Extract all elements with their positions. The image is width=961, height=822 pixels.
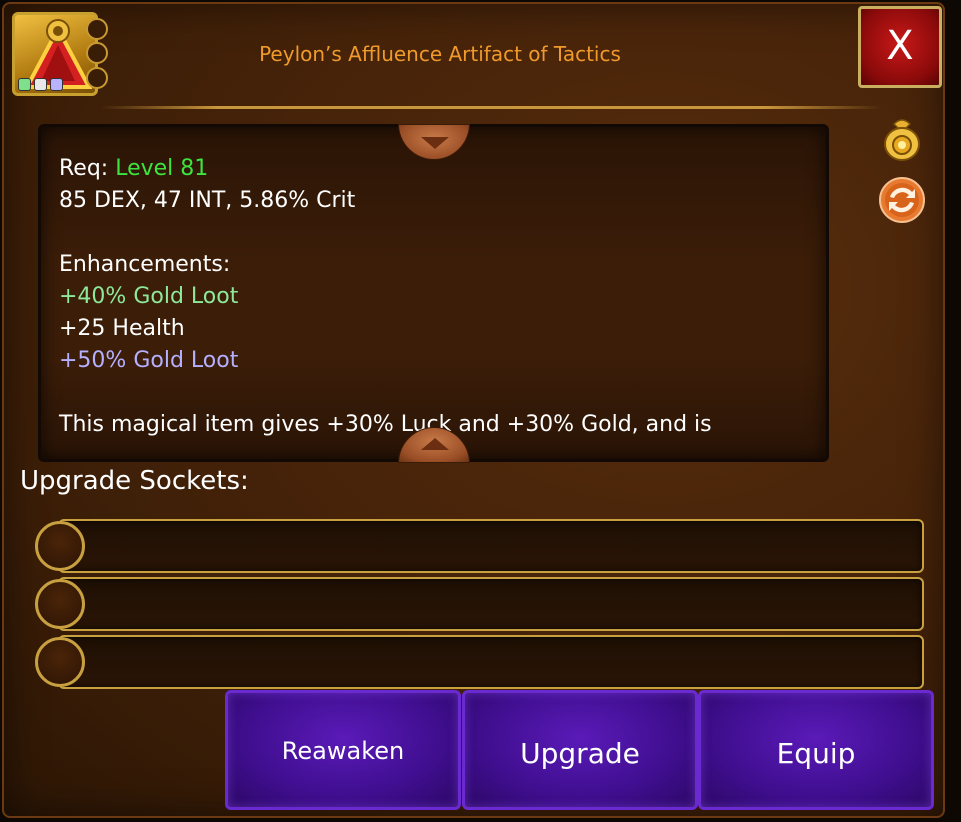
upgrade-socket-slot-2[interactable] [58, 577, 924, 631]
requirement-level: Level 81 [115, 156, 209, 181]
item-socket-ring-3 [86, 67, 108, 89]
upgrade-socket-slot-1[interactable] [58, 519, 924, 573]
rarity-dot-2 [34, 78, 47, 91]
requirement-label: Req: [59, 156, 109, 181]
enhancement-3: +50% Gold Loot [59, 348, 239, 373]
rarity-dot-1 [18, 78, 31, 91]
reawaken-label: Reawaken [281, 737, 405, 765]
enhancement-2: +25 Health [59, 316, 185, 341]
socket-circle-icon [35, 521, 85, 571]
chevron-down-icon [421, 137, 449, 149]
reawaken-button[interactable]: Reawaken [225, 690, 461, 810]
upgrade-socket-slot-3[interactable] [58, 635, 924, 689]
upgrade-label: Upgrade [520, 737, 640, 770]
upgrade-button[interactable]: Upgrade [462, 690, 698, 810]
upgrade-sockets-label: Upgrade Sockets: [20, 466, 249, 496]
item-socket-ring-2 [86, 42, 108, 64]
header-divider [100, 106, 882, 109]
equip-button[interactable]: Equip [698, 690, 934, 810]
rarity-dot-3 [50, 78, 63, 91]
socket-circle-icon [35, 579, 85, 629]
swap-icon[interactable] [878, 176, 926, 224]
chevron-up-icon [421, 438, 449, 450]
item-description: Req: Level 81 85 DEX, 47 INT, 5.86% Crit… [59, 153, 808, 441]
socket-circle-icon [35, 637, 85, 687]
enhancement-1: +40% Gold Loot [59, 284, 239, 309]
rarity-indicator [18, 78, 63, 91]
item-stats: 85 DEX, 47 INT, 5.86% Crit [59, 188, 356, 213]
item-title: Peylon’s Affluence Artifact of Tactics [259, 42, 621, 66]
gold-bag-icon[interactable] [878, 114, 926, 162]
item-socket-ring-1 [86, 18, 108, 40]
item-description-box[interactable]: Req: Level 81 85 DEX, 47 INT, 5.86% Crit… [38, 124, 829, 462]
close-button[interactable]: X [858, 6, 942, 88]
enhancements-label: Enhancements: [59, 252, 231, 277]
equip-label: Equip [776, 737, 856, 770]
